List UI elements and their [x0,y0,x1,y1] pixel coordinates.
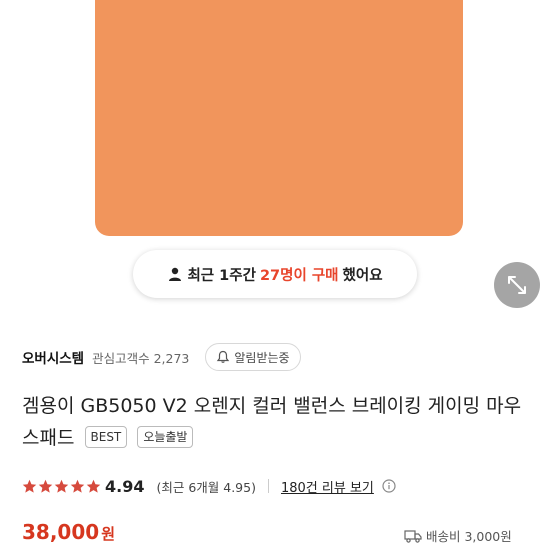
followers-count: 관심고객수 2,273 [92,350,190,366]
seller-row: 오버시스템 관심고객수 2,273 알림받는중 [22,342,301,372]
recent-rating: (최근 6개월 4.95) [156,479,256,495]
recent-purchase-banner: 최근 1주간 27명이 구매 했어요 [133,250,417,298]
divider [267,479,269,493]
price: 38,000 원 [22,520,115,544]
person-icon [169,267,182,281]
best-badge: BEST [84,425,128,448]
product-image-area[interactable]: 최근 1주간 27명이 구매 했어요 [0,0,553,308]
star-icon [70,479,85,493]
star-icon [54,479,69,493]
review-link[interactable]: 180건 리뷰 보기 [281,477,374,496]
shipping-info: 배송비 3,000원 [404,526,512,545]
product-title-block: 겜용이 GB5050 V2 오렌지 컬러 밸런스 브레이킹 게이밍 마우스패드 … [22,390,537,454]
rating-value: 4.94 [105,476,145,496]
recent-prefix: 최근 1주간 [187,267,256,284]
notify-label: 알림받는중 [234,350,290,365]
today-ship-badge: 오늘출발 [137,425,194,448]
info-icon[interactable] [382,479,396,493]
star-icon [86,479,101,493]
product-image[interactable] [95,0,463,236]
seller-name[interactable]: 오버시스템 [22,347,84,367]
recent-highlight: 27명이 구매 [259,267,339,284]
rating-row: 4.94 (최근 6개월 4.95) 180건 리뷰 보기 [22,474,396,498]
price-currency: 원 [101,525,115,543]
price-amount: 38,000 [22,520,100,544]
expand-icon [508,276,526,294]
shipping-label: 배송비 3,000원 [426,529,512,544]
truck-icon [404,529,422,543]
recent-suffix: 했어요 [342,267,383,284]
star-icon [22,479,37,493]
bell-icon [217,350,230,363]
expand-image-button[interactable] [494,262,540,308]
rating-stars [22,479,101,494]
star-icon [38,479,53,493]
notify-button[interactable]: 알림받는중 [205,343,301,371]
